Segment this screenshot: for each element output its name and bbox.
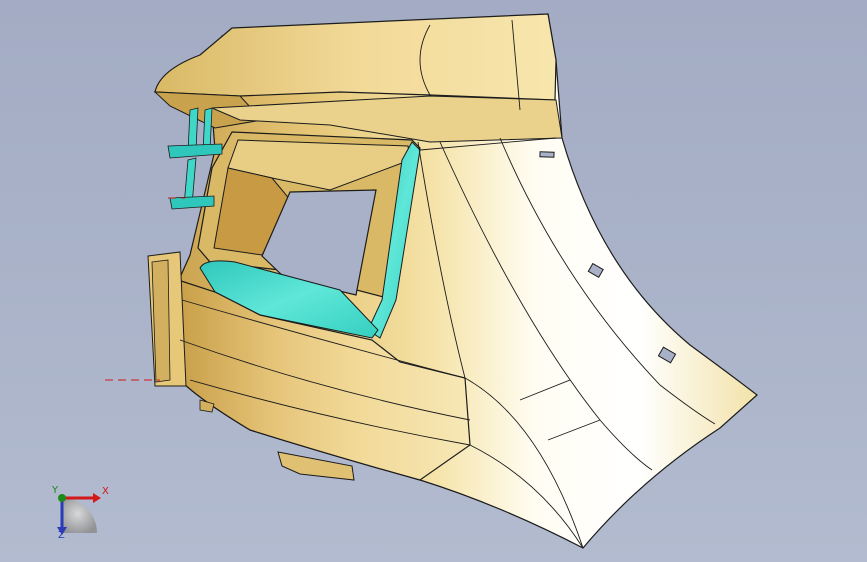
cad-viewport[interactable]: X Y Z — [0, 0, 867, 562]
x-axis-label: X — [102, 486, 109, 497]
3d-model-view[interactable] — [0, 0, 867, 562]
top-panel[interactable] — [154, 13, 557, 101]
orientation-triad — [57, 493, 101, 535]
z-axis-label: Z — [58, 530, 65, 541]
y-axis-label: Y — [52, 485, 59, 496]
